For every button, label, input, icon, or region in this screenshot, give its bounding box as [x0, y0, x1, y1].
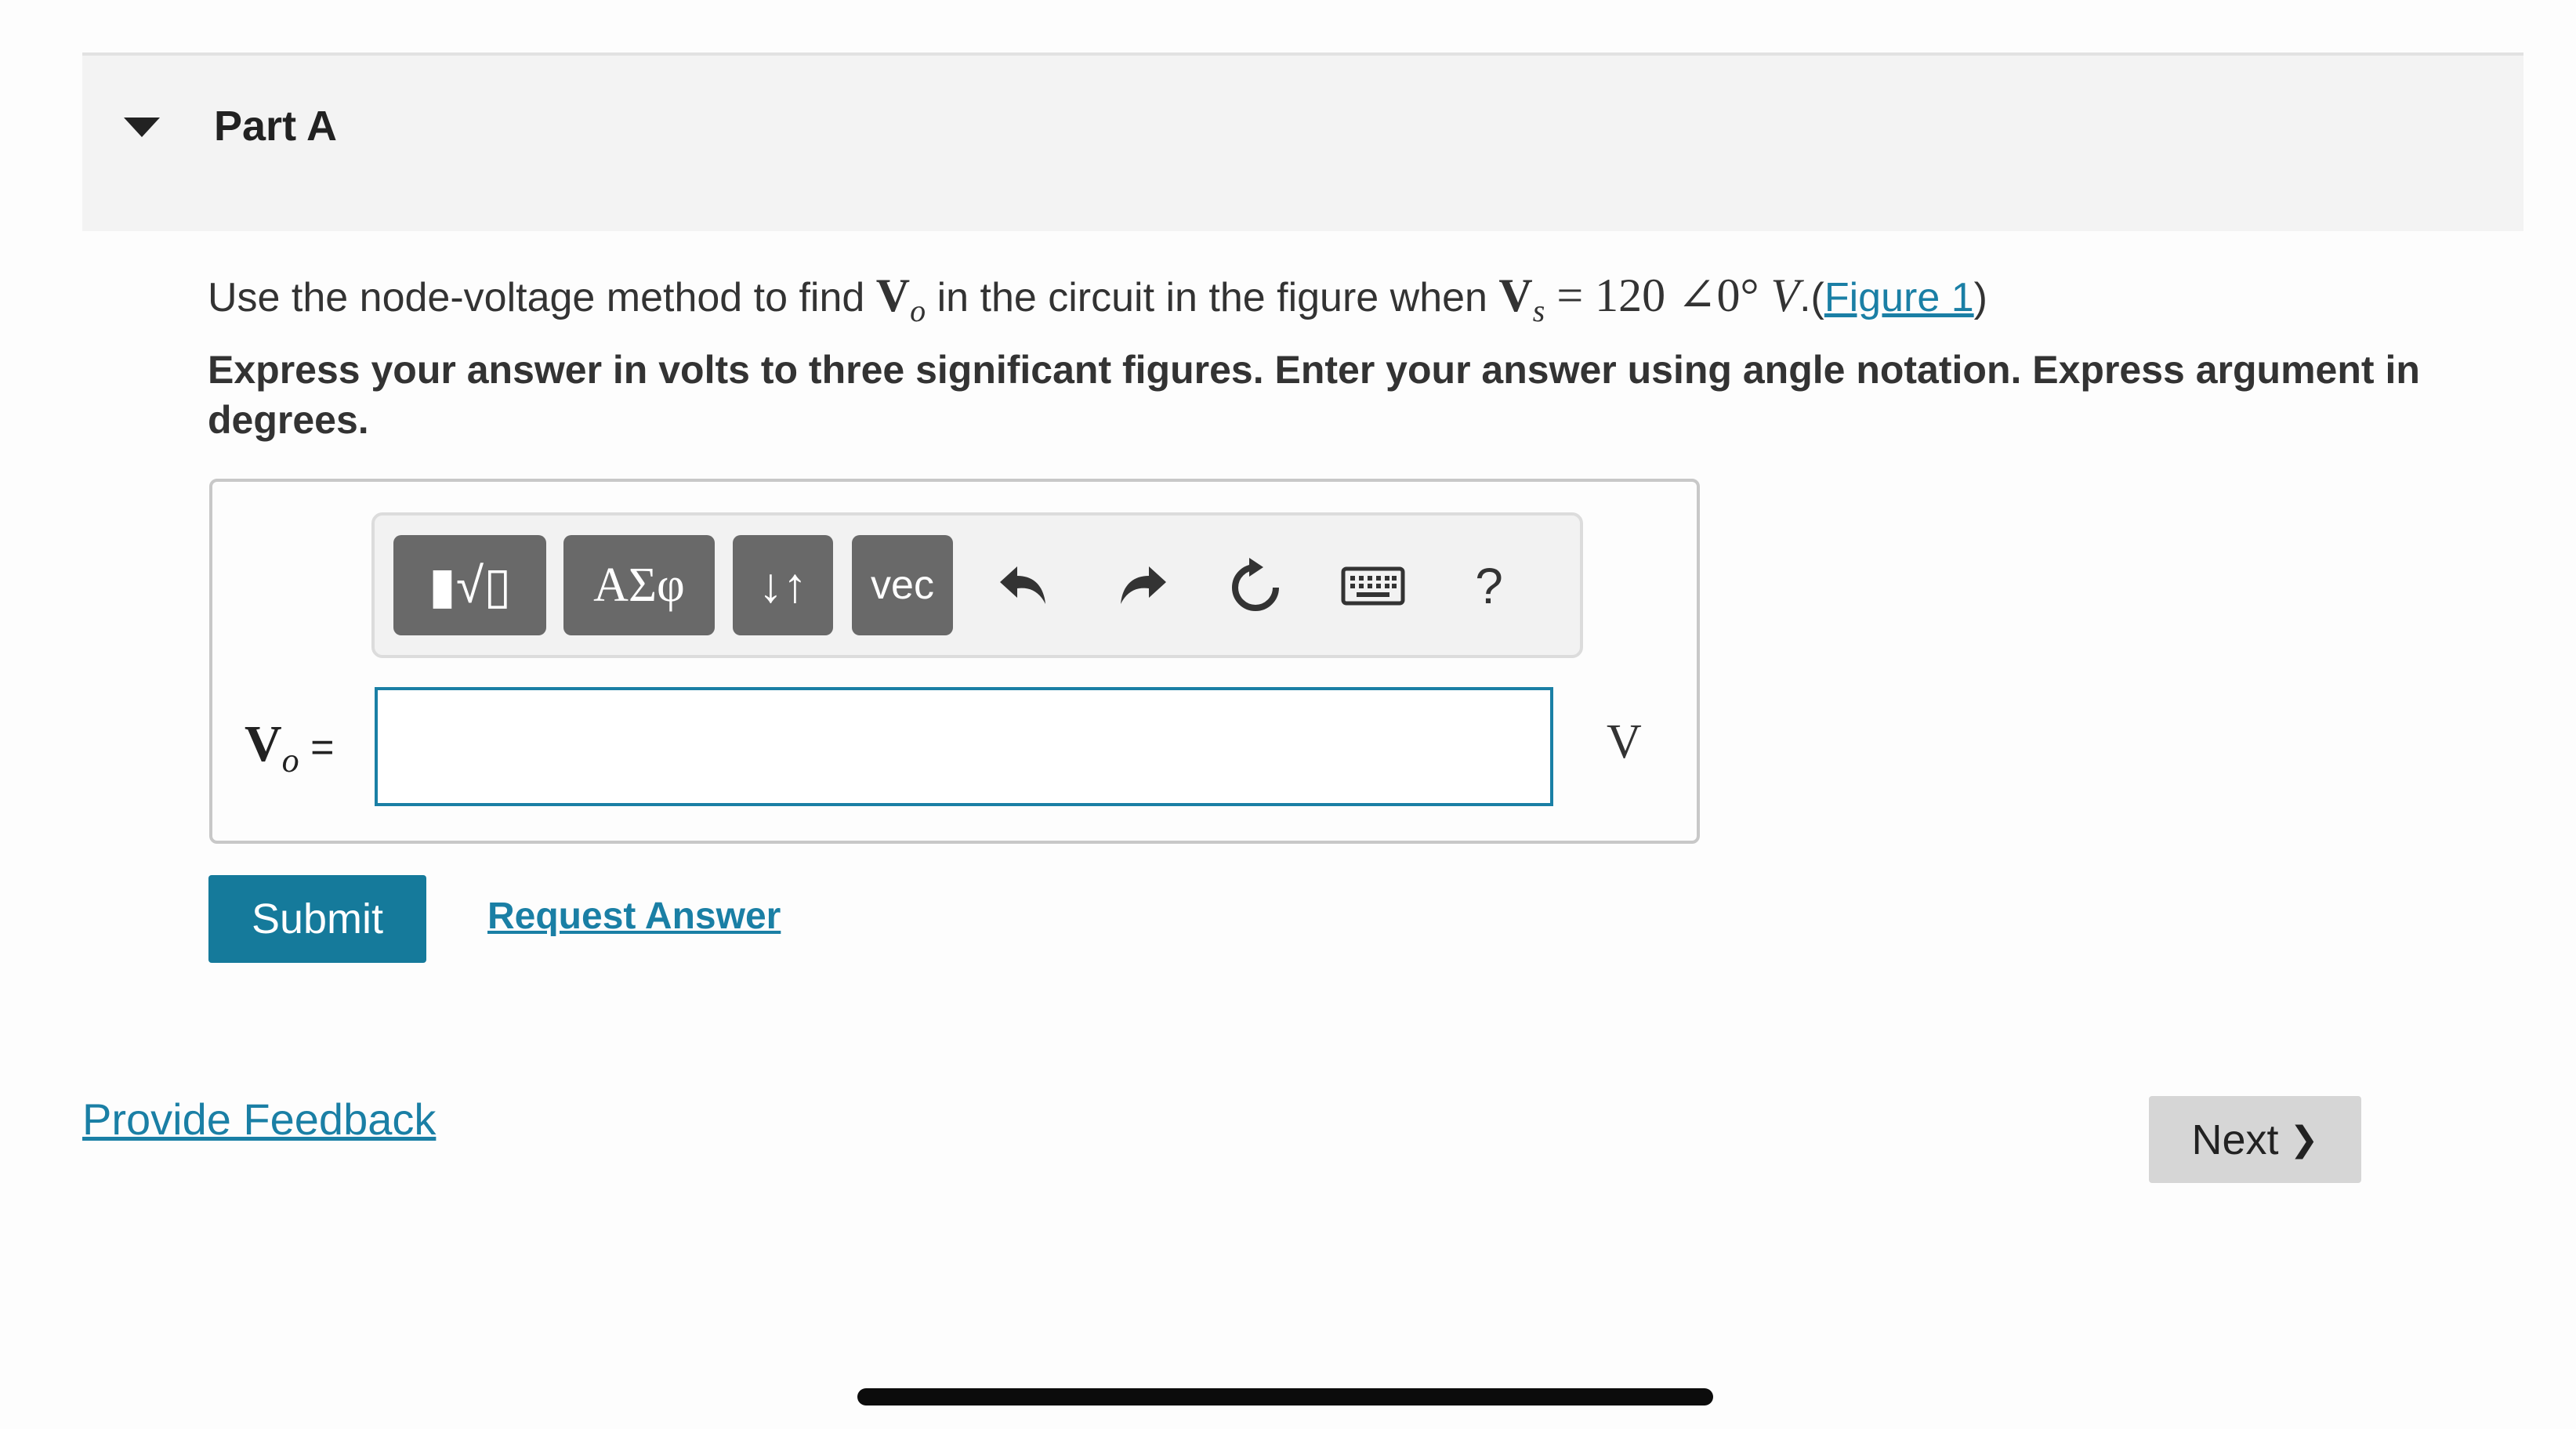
greek-symbols-button[interactable]: ΑΣφ: [563, 535, 715, 635]
collapse-caret-icon[interactable]: [124, 118, 160, 137]
reset-button[interactable]: [1224, 541, 1287, 631]
vs-symbol: Vs: [1498, 270, 1545, 328]
arrows-icon: ↓↑: [759, 558, 807, 613]
provide-feedback-link[interactable]: Provide Feedback: [82, 1094, 436, 1145]
figure-link[interactable]: Figure 1: [1824, 275, 1974, 320]
part-header[interactable]: [82, 52, 2523, 231]
answer-input[interactable]: [375, 687, 1553, 806]
help-icon: ?: [1475, 558, 1503, 614]
close-paren: ): [1973, 275, 1987, 320]
templates-button[interactable]: ▮√▯: [393, 535, 546, 635]
vo-symbol: Vo: [875, 270, 926, 328]
period-paren: .(: [1799, 275, 1824, 320]
chevron-right-icon: ❯: [2289, 1120, 2319, 1159]
home-indicator: [857, 1388, 1713, 1405]
redo-button[interactable]: [1112, 541, 1175, 631]
help-button[interactable]: ?: [1459, 541, 1519, 631]
undo-button[interactable]: [991, 541, 1054, 631]
undo-icon: [1000, 566, 1045, 604]
vs-value: = 120 ∠0°: [1545, 270, 1771, 321]
vec-button[interactable]: vec: [852, 535, 953, 635]
part-title: Part A: [214, 103, 338, 150]
next-label: Next: [2191, 1116, 2279, 1163]
arrows-button[interactable]: ↓↑: [733, 535, 833, 635]
question-text: Use the node-voltage method to find Vo i…: [208, 268, 1987, 329]
keyboard-icon: [1341, 566, 1405, 606]
answer-unit: V: [1607, 715, 1642, 769]
question-text-middle: in the circuit in the figure when: [926, 275, 1499, 320]
next-button[interactable]: Next ❯: [2149, 1096, 2361, 1183]
keyboard-button[interactable]: [1339, 541, 1408, 631]
redo-icon: [1121, 566, 1166, 604]
reset-icon: [1232, 558, 1279, 611]
question-text-before: Use the node-voltage method to find: [208, 275, 876, 320]
request-answer-link[interactable]: Request Answer: [487, 895, 781, 938]
templates-icon: ▮√▯: [428, 556, 512, 613]
instructions: Express your answer in volts to three si…: [208, 348, 2420, 442]
submit-button[interactable]: Submit: [208, 875, 426, 963]
answer-variable-label: Vo =: [245, 715, 335, 780]
vs-unit: V: [1770, 270, 1800, 321]
